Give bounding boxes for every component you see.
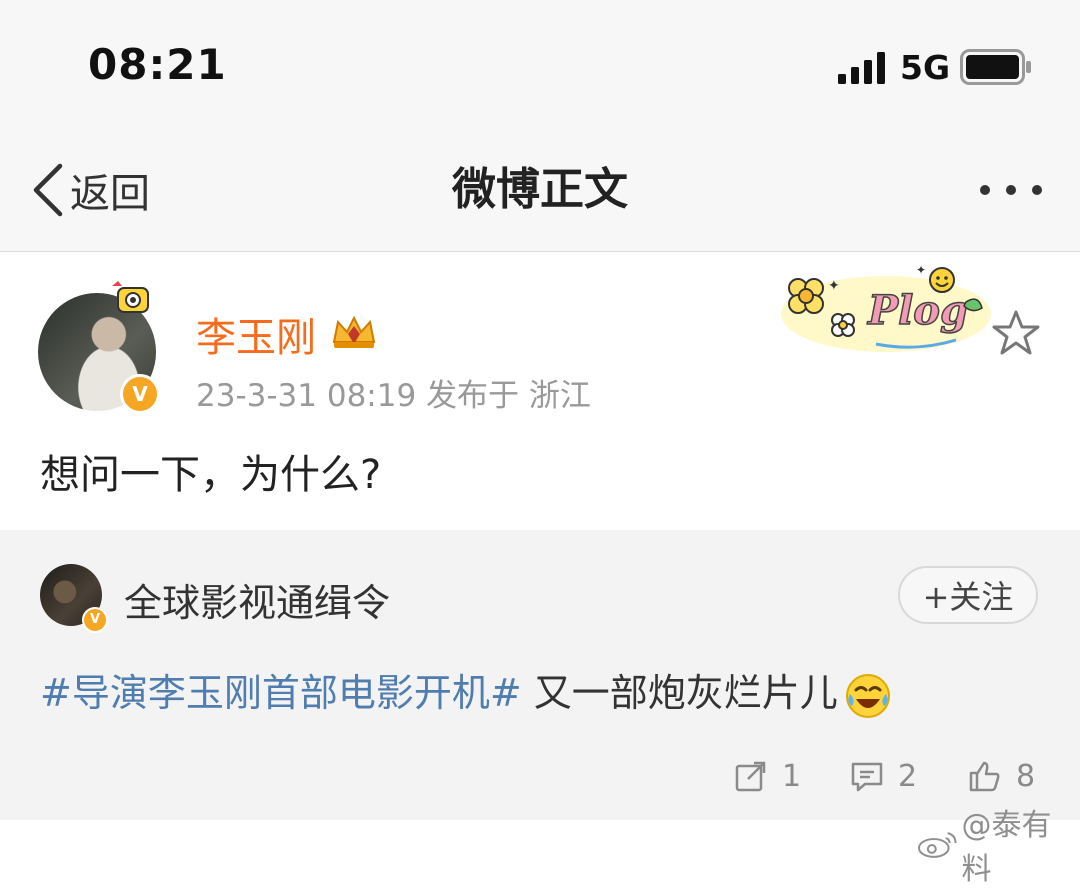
battery-icon [960,49,1031,85]
post-meta: 23-3-31 08:19 发布于 浙江 [196,378,591,414]
laugh-cry-emoji-icon [845,673,890,718]
retweet-text: #导演李玉刚首部电影开机# 又一部炮灰烂片儿 [40,662,892,720]
back-button[interactable]: 返回 [30,160,150,220]
svg-text:✦: ✦ [916,263,926,277]
comment-count: 2 [898,758,918,794]
retweet-author-name[interactable]: 全球影视通缉令 [124,572,390,627]
svg-text:✦: ✦ [828,278,840,294]
like-button[interactable]: 8 [968,756,1035,796]
chevron-left-icon [33,163,63,217]
network-type: 5G [900,48,951,87]
repost-button[interactable]: 1 [734,756,801,796]
signal-icon [838,52,885,84]
retweet-verified-badge: V [82,607,108,633]
author-name[interactable]: 李玉刚 [196,305,316,363]
retweet-body: 又一部炮灰烂片儿 [521,671,838,715]
thumbs-up-icon [969,761,1000,792]
star-favorite-icon[interactable] [990,308,1042,358]
verified-badge: V [120,374,160,414]
hashtag-link[interactable]: #导演李玉刚首部电影开机# [40,671,522,715]
svg-text:Plog: Plog [867,287,968,334]
more-dots-icon[interactable] [975,170,1047,210]
page-title: 微博正文 [452,164,628,215]
back-label: 返回 [70,171,150,217]
comment-button[interactable]: 2 [850,756,917,796]
follow-label: +关注 [922,578,1014,616]
status-time: 08:21 [88,40,227,89]
weibo-logo-icon [917,832,957,858]
repost-icon [735,761,766,792]
watermark-text: @泰有料 [961,808,1052,887]
repost-count: 1 [782,758,802,794]
plog-sticker-icon: Plog ✦ ✦ [781,263,991,352]
crown-vip-icon [332,315,376,348]
follow-button[interactable]: +关注 [898,566,1038,624]
comment-icon [851,762,883,792]
watermark: @泰有料 [916,800,1080,888]
camera-decoration-icon [112,281,149,313]
like-count: 8 [1016,758,1036,794]
post-text: 想问一下，为什么? [40,452,382,498]
